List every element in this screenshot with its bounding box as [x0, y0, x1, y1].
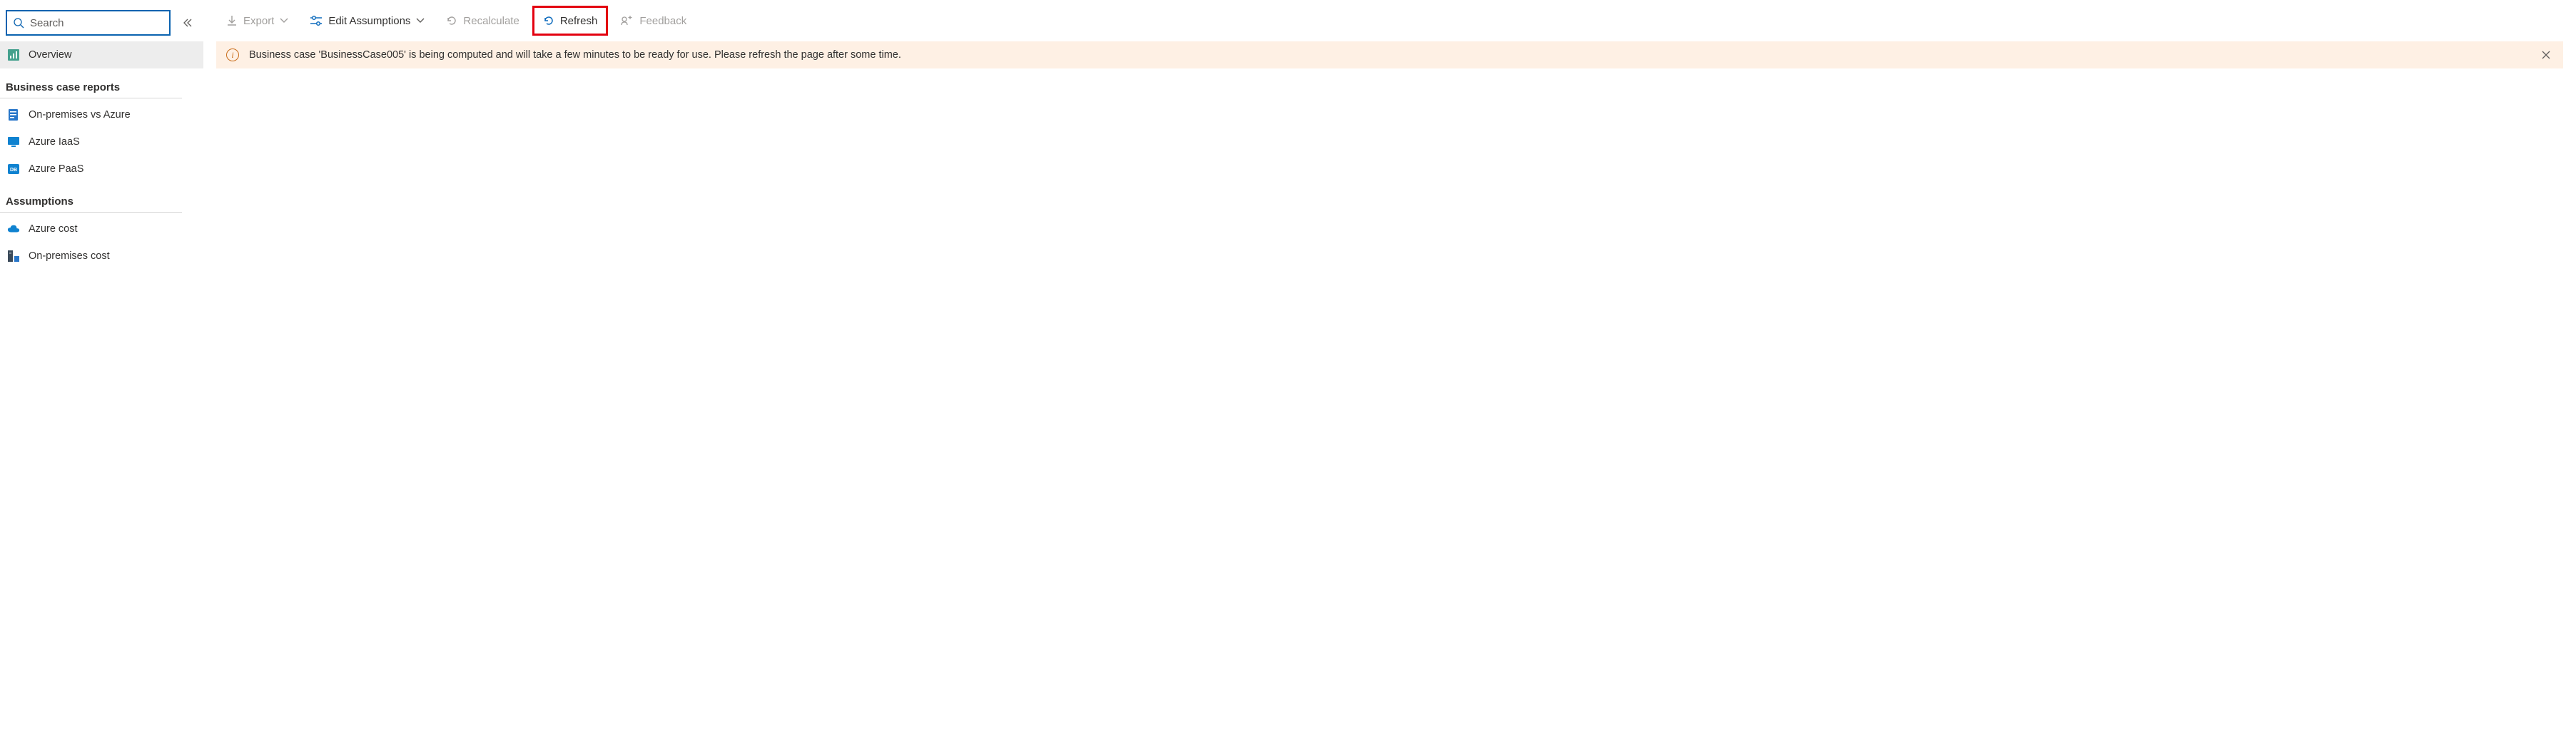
cloud-icon [7, 223, 20, 235]
document-icon [7, 108, 20, 121]
feedback-button[interactable]: Feedback [612, 8, 695, 34]
chart-icon [7, 49, 20, 61]
feedback-icon [621, 15, 634, 26]
toolbar-label: Edit Assumptions [328, 15, 410, 27]
download-icon [226, 15, 238, 26]
toolbar-label: Feedback [639, 15, 686, 27]
info-banner: i Business case 'BusinessCase005' is bei… [216, 41, 2563, 68]
refresh-button[interactable]: Refresh [532, 6, 609, 36]
info-banner-text: Business case 'BusinessCase005' is being… [249, 49, 901, 61]
monitor-icon [7, 136, 20, 148]
nav-label: Overview [29, 49, 71, 61]
nav-item-onprem-cost[interactable]: On-premises cost [0, 243, 203, 270]
nav-item-azure-paas[interactable]: DB Azure PaaS [0, 156, 203, 183]
close-banner-button[interactable] [2539, 48, 2553, 62]
main-panel: Export Edit Assumptions Recalculate [203, 0, 2576, 754]
recalculate-button[interactable]: Recalculate [437, 8, 527, 34]
section-header-assumptions: Assumptions [0, 183, 182, 213]
sidebar-collapse-button[interactable] [178, 13, 198, 33]
nav-item-onprem-vs-azure[interactable]: On-premises vs Azure [0, 101, 203, 128]
recalculate-icon [446, 15, 457, 26]
info-icon: i [226, 49, 239, 61]
toolbar-label: Refresh [560, 15, 598, 27]
chevron-down-icon [416, 18, 425, 24]
nav-label: On-premises cost [29, 250, 110, 262]
sidebar: Overview Business case reports On-premis… [0, 0, 203, 754]
toolbar-label: Export [243, 15, 274, 27]
nav-item-azure-iaas[interactable]: Azure IaaS [0, 128, 203, 156]
nav-label: Azure IaaS [29, 136, 80, 148]
section-header-reports: Business case reports [0, 68, 182, 98]
edit-assumptions-button[interactable]: Edit Assumptions [301, 8, 433, 34]
sliders-icon [310, 15, 323, 26]
toolbar-label: Recalculate [463, 15, 519, 27]
search-icon [13, 17, 24, 29]
svg-text:DB: DB [10, 168, 17, 173]
nav-item-azure-cost[interactable]: Azure cost [0, 215, 203, 243]
chevron-down-icon [280, 18, 288, 24]
toolbar: Export Edit Assumptions Recalculate [203, 0, 2576, 41]
search-input[interactable] [30, 17, 163, 29]
search-box[interactable] [6, 10, 171, 36]
refresh-icon [543, 15, 554, 26]
search-row [0, 10, 203, 41]
nav-label: On-premises vs Azure [29, 109, 131, 121]
export-button[interactable]: Export [218, 8, 297, 34]
nav-item-overview[interactable]: Overview [0, 41, 203, 68]
nav-label: Azure cost [29, 223, 78, 235]
nav-label: Azure PaaS [29, 163, 83, 175]
server-icon [7, 250, 20, 263]
database-icon: DB [7, 163, 20, 175]
